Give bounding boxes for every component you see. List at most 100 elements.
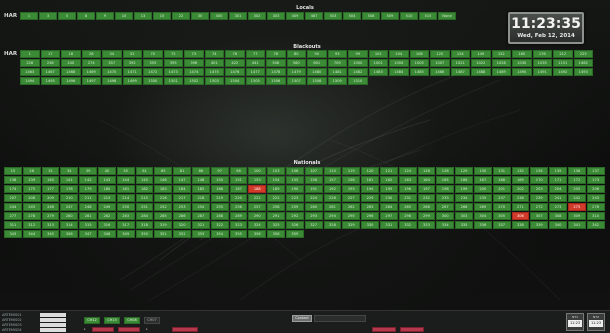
blackouts-channel-cell[interactable]: 1000 [348, 59, 368, 67]
nationals-channel-cell[interactable]: 139 [22, 176, 41, 184]
nationals-channel-cell[interactable]: 284 [135, 212, 154, 220]
nationals-channel-cell[interactable]: 134 [530, 167, 549, 175]
nationals-channel-cell[interactable]: 311 [4, 221, 22, 229]
nationals-channel-cell[interactable]: 178 [60, 185, 79, 193]
blackouts-channel-cell[interactable]: 52 [122, 50, 142, 58]
blackouts-channel-cell[interactable]: 1494 [20, 77, 40, 85]
blackouts-channel-cell[interactable]: 236 [40, 59, 60, 67]
nationals-channel-cell[interactable]: 138 [4, 176, 22, 184]
locals-channel-cell[interactable]: 510 [400, 12, 418, 20]
blackouts-channel-cell[interactable]: 393 [143, 59, 163, 67]
nationals-channel-cell[interactable]: 235 [473, 194, 492, 202]
nationals-channel-cell[interactable]: 192 [323, 185, 342, 193]
blackouts-channel-cell[interactable]: 1469 [81, 68, 101, 76]
nationals-channel-cell[interactable]: 206 [586, 185, 605, 193]
nationals-channel-cell[interactable]: 213 [97, 194, 116, 202]
blackouts-channel-cell[interactable]: 74 [204, 50, 224, 58]
blackouts-channel-cell[interactable]: 1468 [61, 68, 81, 76]
locals-channel-cell[interactable]: 303 [267, 12, 285, 20]
blackouts-channel-cell[interactable]: 212 [553, 50, 573, 58]
nationals-channel-cell[interactable]: 158 [342, 176, 361, 184]
nationals-channel-cell[interactable]: 172 [567, 176, 586, 184]
nationals-channel-cell[interactable]: 81 [173, 167, 191, 175]
nationals-channel-cell[interactable]: 169 [511, 176, 530, 184]
nationals-channel-cell[interactable]: 214 [116, 194, 135, 202]
blackouts-channel-cell[interactable]: 1478 [266, 68, 286, 76]
nationals-channel-cell[interactable]: 155 [285, 176, 304, 184]
nationals-channel-cell[interactable]: 328 [323, 221, 342, 229]
nationals-channel-cell[interactable]: 352 [173, 230, 191, 238]
nationals-channel-cell[interactable]: 191 [304, 185, 323, 193]
nationals-channel-cell[interactable]: 137 [586, 167, 605, 175]
nationals-channel-cell[interactable]: 230 [379, 194, 398, 202]
nationals-channel-cell[interactable]: 131 [492, 167, 511, 175]
nationals-channel-cell[interactable]: 299 [417, 212, 436, 220]
nationals-channel-cell[interactable]: 335 [455, 221, 473, 229]
nationals-channel-cell[interactable]: 272 [530, 203, 549, 211]
nationals-channel-cell[interactable]: 329 [342, 221, 361, 229]
blackouts-channel-cell[interactable]: 709 [327, 59, 347, 67]
nationals-channel-cell[interactable]: 153 [248, 176, 267, 184]
nationals-channel-cell[interactable]: 331 [379, 221, 398, 229]
nationals-channel-cell[interactable]: 338 [511, 221, 530, 229]
nationals-channel-cell[interactable]: 241 [549, 194, 567, 202]
nationals-channel-cell[interactable]: 342 [586, 221, 605, 229]
nationals-channel-cell[interactable]: 257 [248, 203, 267, 211]
nationals-channel-cell[interactable]: 161 [361, 176, 379, 184]
nationals-channel-cell[interactable]: 211 [79, 194, 97, 202]
locals-channel-cell[interactable]: 301 [229, 12, 247, 20]
nationals-channel-cell[interactable]: 31 [41, 167, 60, 175]
nationals-channel-cell[interactable]: 279 [41, 212, 60, 220]
nationals-channel-cell[interactable]: 107 [304, 167, 323, 175]
nationals-channel-cell[interactable]: 268 [455, 203, 473, 211]
nationals-channel-cell[interactable]: 265 [398, 203, 417, 211]
nationals-channel-cell[interactable]: 181 [116, 185, 135, 193]
nationals-channel-cell[interactable]: 186 [210, 185, 229, 193]
nationals-channel-cell[interactable]: 346 [60, 230, 79, 238]
nationals-channel-cell[interactable]: 210 [60, 194, 79, 202]
nationals-channel-cell[interactable]: 157 [323, 176, 342, 184]
blackouts-channel-cell[interactable]: 225 [573, 50, 593, 58]
nationals-channel-cell[interactable]: 254 [191, 203, 210, 211]
locals-channel-cell[interactable]: 1 [20, 12, 38, 20]
nationals-channel-cell[interactable]: 289 [229, 212, 248, 220]
channel-button[interactable]: CH07 [144, 317, 160, 324]
blackouts-channel-cell[interactable]: 1502 [184, 77, 204, 85]
nationals-channel-cell[interactable]: 233 [436, 194, 455, 202]
blackouts-channel-cell[interactable]: 76 [225, 50, 245, 58]
nationals-channel-cell[interactable]: 271 [511, 203, 530, 211]
blackouts-channel-cell[interactable]: 1026 [491, 59, 511, 67]
nationals-channel-cell[interactable]: 129 [455, 167, 473, 175]
locals-channel-cell[interactable]: 508 [362, 12, 380, 20]
nationals-channel-cell[interactable]: 103 [267, 167, 285, 175]
nationals-channel-cell[interactable]: 40 [97, 167, 116, 175]
nationals-channel-cell[interactable]: 179 [79, 185, 97, 193]
nationals-channel-cell[interactable]: 300 [436, 212, 455, 220]
nationals-channel-cell[interactable]: 201 [492, 185, 511, 193]
nationals-channel-cell[interactable]: 275 [567, 203, 586, 211]
contact-button[interactable]: Contact [292, 315, 312, 322]
nationals-channel-cell[interactable]: 295 [342, 212, 361, 220]
nationals-channel-cell[interactable]: 273 [549, 203, 567, 211]
nationals-channel-cell[interactable]: 177 [41, 185, 60, 193]
locals-channel-cell[interactable]: 302 [248, 12, 266, 20]
nationals-channel-cell[interactable]: 132 [511, 167, 530, 175]
nationals-channel-cell[interactable]: 55 [116, 167, 135, 175]
nationals-channel-cell[interactable]: 215 [135, 194, 154, 202]
nationals-channel-cell[interactable]: 319 [154, 221, 173, 229]
nationals-channel-cell[interactable]: 205 [567, 185, 586, 193]
nationals-channel-cell[interactable]: 255 [210, 203, 229, 211]
nationals-channel-cell[interactable]: 229 [361, 194, 379, 202]
blackouts-channel-cell[interactable]: 1474 [184, 68, 204, 76]
nationals-channel-cell[interactable]: 312 [22, 221, 41, 229]
nationals-channel-cell[interactable]: 185 [191, 185, 210, 193]
blackouts-channel-cell[interactable]: 1508 [307, 77, 327, 85]
nationals-channel-cell[interactable]: 285 [154, 212, 173, 220]
blackouts-channel-cell[interactable]: 1485 [409, 68, 429, 76]
nationals-channel-cell[interactable]: 259 [285, 203, 304, 211]
nationals-channel-cell[interactable]: 242 [567, 194, 586, 202]
nationals-channel-cell[interactable]: 339 [530, 221, 549, 229]
blackouts-channel-cell[interactable]: 422 [225, 59, 245, 67]
nationals-channel-cell[interactable]: 209 [41, 194, 60, 202]
nationals-channel-cell[interactable]: 276 [586, 203, 605, 211]
